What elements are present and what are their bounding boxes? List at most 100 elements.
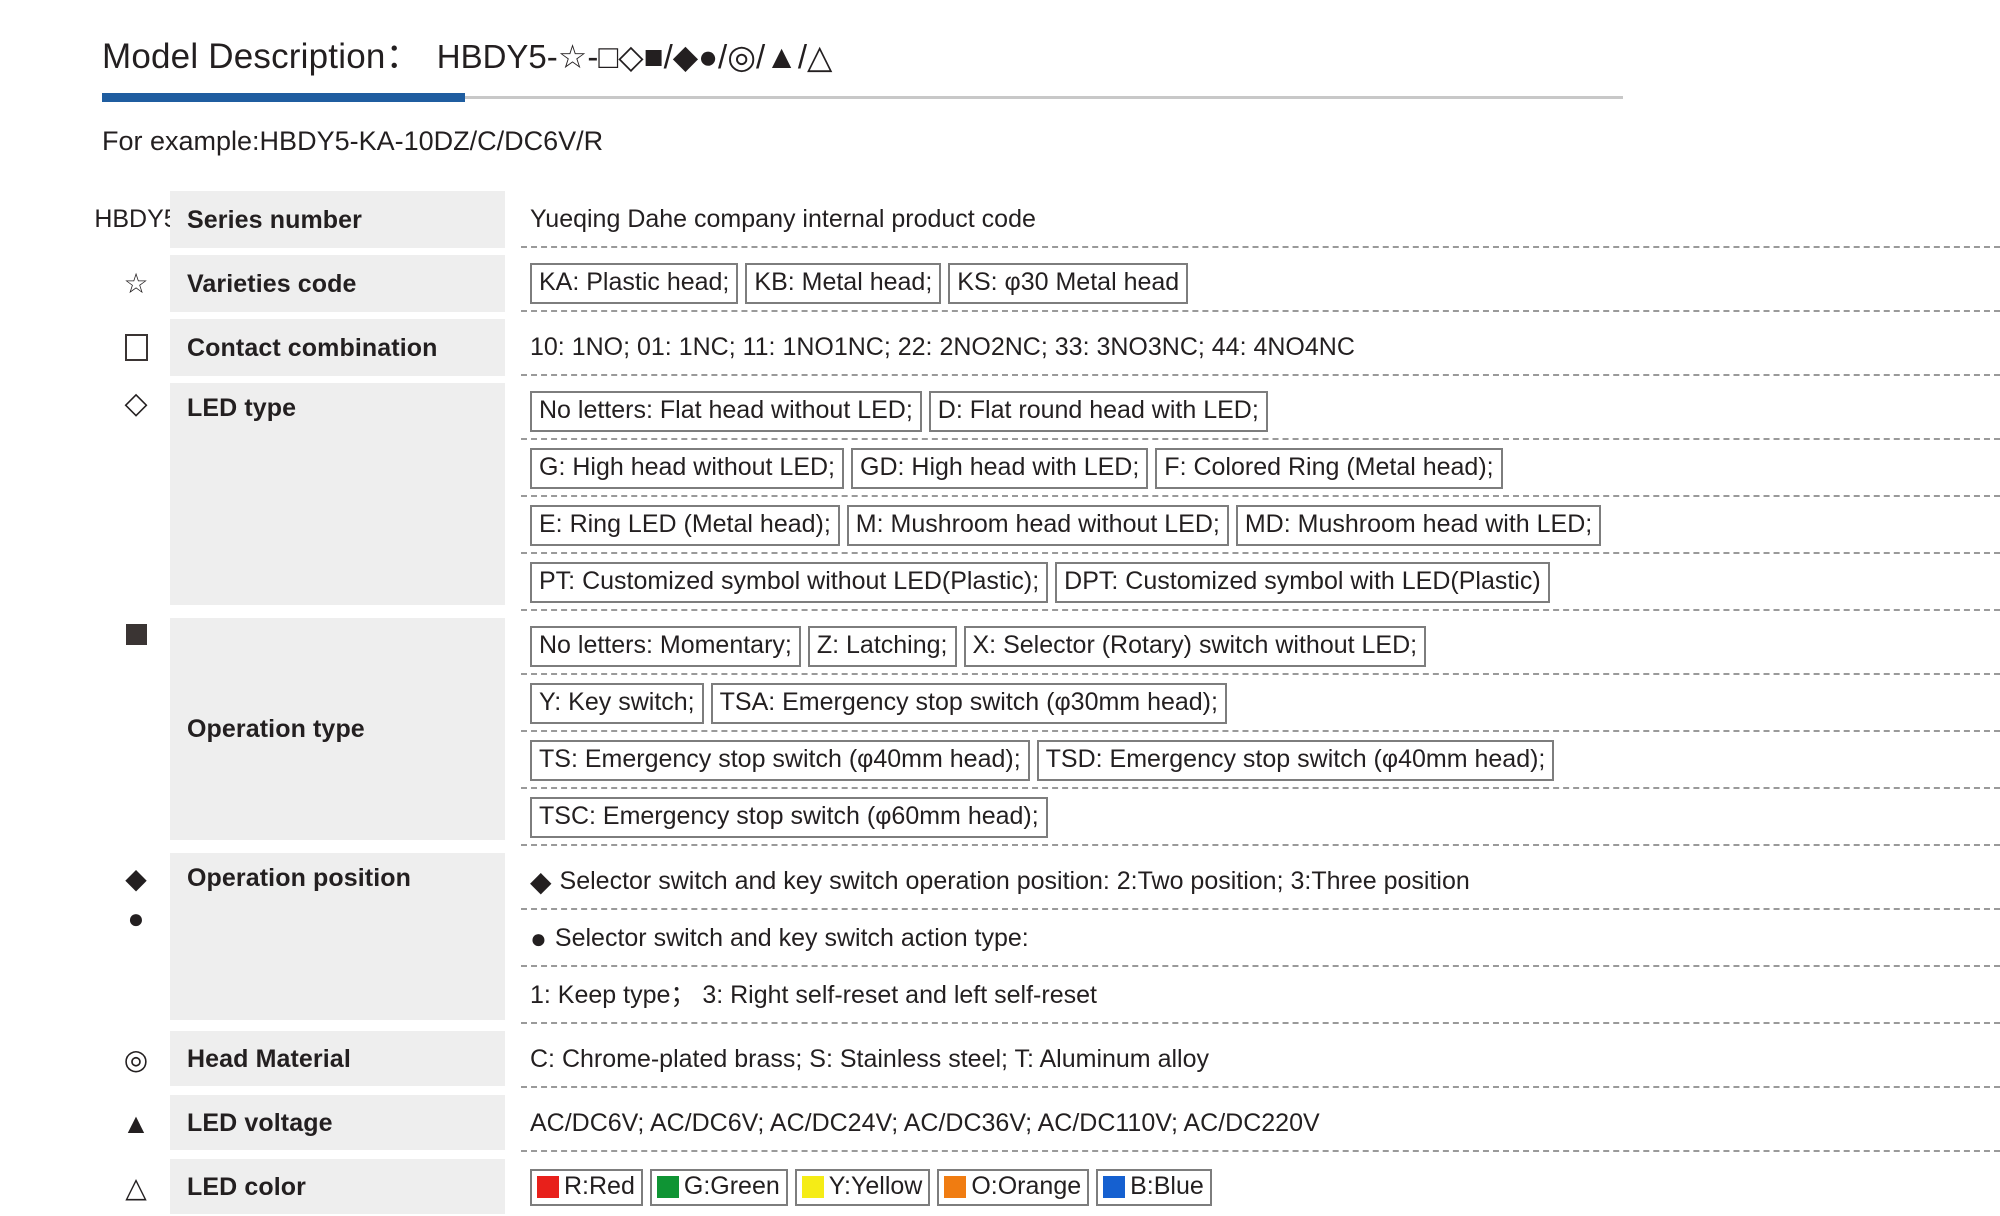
content-row: E: Ring LED (Metal head); M: Mushroom he… (521, 497, 2000, 554)
content-row: R:Red G:Green Y:Yellow O:Orange B:Blue (521, 1159, 2000, 1216)
label-led-type: LED type (187, 394, 297, 422)
operation-type-item: TSD: Emergency stop switch (φ40mm head); (1036, 739, 1555, 782)
content-cell-operation-type: No letters: Momentary; Z: Latching; X: S… (505, 618, 2000, 846)
symbol-stack: ◆ ● (125, 859, 147, 1024)
content-row: 1: Keep type； 3: Right self-reset and le… (521, 967, 2000, 1024)
diamond-filled-icon: ◆ (125, 863, 147, 894)
led-type-item: D: Flat round head with LED; (928, 390, 1268, 433)
label-cell-varieties: Varieties code (170, 255, 505, 312)
label-cell-contact: Contact combination (170, 319, 505, 376)
table-row-operation-type: Operation type No letters: Momentary; Z:… (102, 618, 2000, 846)
label-series-number: Series number (187, 205, 362, 234)
table-row-series: HBDY5 Series number Yueqing Dahe company… (94, 191, 2000, 248)
page-header: Model Description： HBDY5-☆-□◇■/◆●/◎/▲/△ … (0, 0, 2000, 157)
operation-type-item: TS: Emergency stop switch (φ40mm head); (530, 739, 1030, 782)
symbol-cell-varieties: ☆ (102, 255, 170, 312)
led-type-item: No letters: Flat head without LED; (530, 390, 922, 433)
model-description-page: Model Description： HBDY5-☆-□◇■/◆●/◎/▲/△ … (0, 0, 2000, 1214)
content-row: ● Selector switch and key switch action … (521, 910, 2000, 967)
led-type-item: PT: Customized symbol without LED(Plasti… (530, 561, 1049, 604)
symbol-cell-operation-type (102, 618, 170, 846)
operation-type-item: No letters: Momentary; (530, 625, 801, 668)
label-cell-operation-position: Operation position (170, 853, 505, 1020)
led-color-label: G:Green (683, 1172, 780, 1201)
operation-type-item: TSC: Emergency stop switch (φ60mm head); (530, 796, 1048, 839)
led-type-item: E: Ring LED (Metal head); (530, 504, 840, 547)
led-type-item: GD: High head with LED; (851, 447, 1149, 490)
led-color-chip-red: R:Red (530, 1169, 643, 1206)
operation-position-line1: Selector switch and key switch operation… (559, 866, 1470, 895)
model-code-table: HBDY5 Series number Yueqing Dahe company… (0, 191, 2000, 1216)
filled-square-icon (125, 624, 147, 645)
page-title: Model Description： HBDY5-☆-□◇■/◆●/◎/▲/△ (102, 28, 2000, 79)
content-cell-varieties: KA: Plastic head; KB: Metal head; KS: φ3… (505, 255, 2000, 312)
content-cell-contact: 10: 1NO; 01: 1NC; 11: 1NO1NC; 22: 2NO2NC… (505, 319, 2000, 376)
head-material-value: C: Chrome-plated brass; S: Stainless ste… (530, 1044, 1209, 1073)
operation-type-item: Y: Key switch; (530, 682, 704, 725)
varieties-item: KA: Plastic head; (530, 262, 739, 305)
color-swatch (801, 1176, 824, 1198)
content-row: No letters: Momentary; Z: Latching; X: S… (521, 618, 2000, 675)
triangle-outline-icon: △ (125, 1171, 147, 1203)
example-text: For example:HBDY5-KA-10DZ/C/DC6V/R (102, 126, 604, 156)
symbol-cell-series: HBDY5 (94, 191, 177, 248)
led-color-label: R:Red (564, 1172, 635, 1201)
color-swatch (537, 1176, 559, 1198)
page-title-label: Model Description： (102, 37, 421, 76)
led-color-chip-yellow: Y:Yellow (794, 1169, 931, 1206)
label-cell-operation-type: Operation type (170, 618, 505, 840)
symbol-cell-head-material: ◎ (102, 1031, 170, 1088)
table-row-operation-position: ◆ ● Operation position ◆ Selector switch… (102, 853, 2000, 1024)
color-swatch (1103, 1176, 1126, 1198)
operation-type-item: X: Selector (Rotary) switch without LED; (963, 625, 1427, 668)
operation-position-line2: Selector switch and key switch action ty… (554, 923, 1029, 952)
symbol-cell-operation-position: ◆ ● (102, 853, 170, 1024)
circle-filled-icon: ● (127, 903, 145, 934)
title-underline (102, 93, 1623, 102)
series-code-text: HBDY5 (94, 204, 178, 233)
content-cell-series: Yueqing Dahe company internal product co… (505, 191, 2000, 248)
content-row: TSC: Emergency stop switch (φ60mm head); (521, 789, 2000, 846)
table-row-varieties: ☆ Varieties code KA: Plastic head; KB: M… (102, 255, 2000, 312)
content-cell-led-color: R:Red G:Green Y:Yellow O:Orange B:Blue (505, 1159, 2000, 1216)
triangle-filled-icon: ▲ (122, 1107, 150, 1139)
content-row: C: Chrome-plated brass; S: Stainless ste… (521, 1031, 2000, 1088)
symbol-cell-led-voltage: ▲ (102, 1095, 170, 1152)
label-contact-combination: Contact combination (187, 333, 438, 362)
content-row: PT: Customized symbol without LED(Plasti… (521, 554, 2000, 611)
content-row: 10: 1NO; 01: 1NC; 11: 1NO1NC; 22: 2NO2NC… (521, 319, 2000, 376)
varieties-item: KB: Metal head; (745, 262, 942, 305)
led-color-label: B:Blue (1130, 1172, 1204, 1201)
open-square-icon (124, 334, 148, 361)
label-led-color: LED color (187, 1172, 306, 1201)
label-led-voltage: LED voltage (187, 1108, 333, 1137)
content-row: TS: Emergency stop switch (φ40mm head); … (521, 732, 2000, 789)
led-color-label: Y:Yellow (828, 1172, 923, 1201)
symbol-cell-contact (102, 319, 170, 376)
diamond-filled-icon: ◆ (530, 865, 552, 897)
label-varieties-code: Varieties code (187, 269, 357, 298)
symbol-cell-led-color: △ (102, 1159, 170, 1216)
underline-accent (102, 93, 465, 102)
label-head-material: Head Material (187, 1044, 351, 1073)
operation-position-line3: 1: Keep type； 3: Right self-reset and le… (530, 980, 1097, 1009)
contact-value: 10: 1NO; 01: 1NC; 11: 1NO1NC; 22: 2NO2NC… (530, 332, 1355, 361)
content-cell-led-voltage: AC/DC6V; AC/DC6V; AC/DC24V; AC/DC36V; AC… (505, 1095, 2000, 1152)
operation-type-item: Z: Latching; (807, 625, 957, 668)
led-type-item: DPT: Customized symbol with LED(Plastic) (1055, 561, 1550, 604)
label-operation-type: Operation type (187, 715, 365, 743)
table-row-contact: Contact combination 10: 1NO; 01: 1NC; 11… (102, 319, 2000, 376)
content-row: ◆ Selector switch and key switch operati… (521, 853, 2000, 910)
led-color-label: O:Orange (971, 1172, 1082, 1201)
series-value: Yueqing Dahe company internal product co… (530, 204, 1036, 233)
content-cell-operation-position: ◆ Selector switch and key switch operati… (505, 853, 2000, 1024)
double-circle-icon: ◎ (123, 1043, 149, 1075)
content-row: G: High head without LED; GD: High head … (521, 440, 2000, 497)
diamond-outline-icon: ◇ (124, 387, 148, 420)
content-cell-led-type: No letters: Flat head without LED; D: Fl… (505, 383, 2000, 611)
table-row-led-color: △ LED color R:Red G:Green Y:Yellow O:Ora… (102, 1159, 2000, 1216)
led-voltage-value: AC/DC6V; AC/DC6V; AC/DC24V; AC/DC36V; AC… (530, 1108, 1320, 1137)
symbol-cell-led-type: ◇ (102, 383, 170, 611)
label-cell-head-material: Head Material (170, 1031, 505, 1086)
table-row-led-voltage: ▲ LED voltage AC/DC6V; AC/DC6V; AC/DC24V… (102, 1095, 2000, 1152)
